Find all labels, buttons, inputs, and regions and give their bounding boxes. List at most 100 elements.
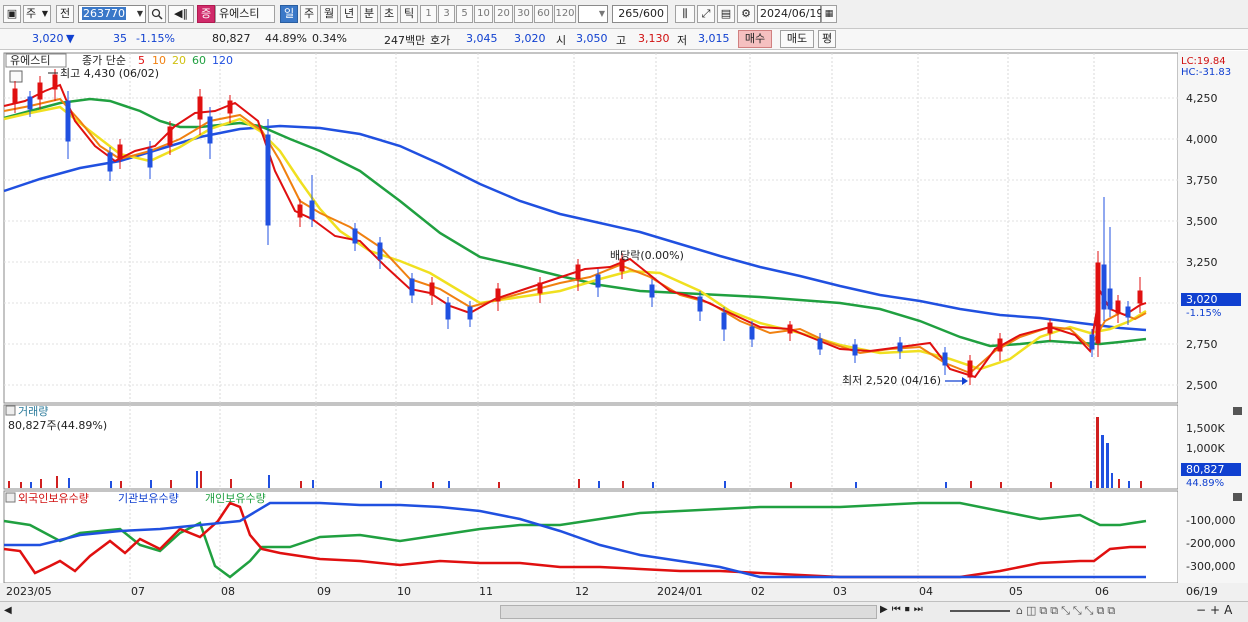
stock-name: 유에스티 bbox=[215, 5, 275, 23]
x-label-08: 08 bbox=[221, 585, 235, 598]
tab-second[interactable]: 초 bbox=[380, 5, 398, 23]
interval-60[interactable]: 60 bbox=[534, 5, 553, 23]
scroll-left-icon[interactable]: ◀ bbox=[4, 605, 12, 616]
high-annotation: 최고 4,430 (06/02) bbox=[60, 67, 159, 80]
x-label-02: 02 bbox=[751, 585, 765, 598]
x-label-09: 09 bbox=[317, 585, 331, 598]
margin-badge: 증 bbox=[197, 5, 215, 23]
x-label-04: 04 bbox=[919, 585, 933, 598]
save-icon[interactable]: ▤ bbox=[717, 5, 735, 23]
horizontal-scrollbar[interactable]: ◀ ▶⏮⏹⏭ ⌂◫⧉⧉⤡⤡⤡⧉⧉ −+A bbox=[0, 601, 1248, 622]
playback-controls[interactable]: ▶⏮⏹⏭ bbox=[880, 604, 927, 615]
volume-current-tag: 80,827 bbox=[1186, 463, 1225, 476]
ask-price: 3,045 bbox=[466, 32, 498, 45]
tab-month[interactable]: 월 bbox=[320, 5, 338, 23]
low-annotation: 최저 2,520 (04/16) bbox=[842, 374, 941, 387]
date-field[interactable]: 2024/06/19 bbox=[757, 5, 823, 23]
current-price: 3,020 bbox=[32, 32, 64, 45]
price-change: 35 bbox=[113, 32, 127, 45]
chart-area: 유에스티 종가 단순 5 10 20 60 120 최고 4,430 (06/0… bbox=[0, 51, 1248, 601]
holdings-tick-100k: -100,000 bbox=[1186, 514, 1235, 527]
chart-menu-icon[interactable]: ▣ bbox=[3, 5, 21, 23]
tab-tick[interactable]: 틱 bbox=[400, 5, 418, 23]
hc-label: HC:-31.83 bbox=[1181, 67, 1231, 78]
x-label-07: 07 bbox=[131, 585, 145, 598]
toolbar: ▣ 주 ▼ 전 263770 ▼ ◀‖ 증 유에스티 일 주 월 년 분 초 틱 1… bbox=[0, 0, 1248, 29]
bid-price: 3,020 bbox=[514, 32, 546, 45]
period-select[interactable]: 주 ▼ bbox=[23, 5, 51, 23]
ma-period-5: 5 bbox=[138, 54, 145, 67]
sell-button[interactable]: 매도 bbox=[780, 30, 814, 48]
trade-value: 247백만 bbox=[384, 34, 426, 47]
y-tick-3500: 3,500 bbox=[1186, 215, 1218, 228]
drawing-tools-icon[interactable]: ⌂◫⧉⧉⤡⤡⤡⧉⧉ bbox=[1016, 604, 1118, 618]
interval-1[interactable]: 1 bbox=[420, 5, 437, 23]
ticker-mode-button[interactable]: 전 bbox=[56, 5, 74, 23]
evaluate-button[interactable]: 평 bbox=[818, 30, 836, 48]
x-label-03: 03 bbox=[833, 585, 847, 598]
search-icon[interactable] bbox=[148, 5, 166, 23]
ma-period-120: 120 bbox=[212, 54, 233, 67]
x-end-label: 06/19 bbox=[1186, 585, 1218, 598]
x-label-06: 06 bbox=[1095, 585, 1109, 598]
speaker-icon[interactable]: ◀‖ bbox=[168, 5, 194, 23]
custom-interval-input[interactable]: ▼ bbox=[578, 5, 608, 23]
candle-type-icon[interactable]: ⫼ bbox=[675, 5, 695, 23]
x-label-10: 10 bbox=[397, 585, 411, 598]
ma-period-10: 10 bbox=[152, 54, 166, 67]
holdings-tick-300k: -300,000 bbox=[1186, 560, 1235, 573]
interval-20[interactable]: 20 bbox=[494, 5, 513, 23]
quote-bar: 3,020 ▼ 35 -1.15% 80,827 44.89% 0.34% 24… bbox=[0, 29, 1248, 50]
y-tick-4000: 4,000 bbox=[1186, 133, 1218, 146]
gear-icon[interactable]: ⚙ bbox=[737, 5, 755, 23]
x-label-2023-05: 2023/05 bbox=[6, 585, 52, 598]
ma-label: 종가 단순 bbox=[82, 54, 126, 67]
tab-minute[interactable]: 분 bbox=[360, 5, 378, 23]
x-label-12: 12 bbox=[575, 585, 589, 598]
turnover-pct: 0.34% bbox=[312, 32, 347, 45]
dividend-annotation: 배당락(0.00%) bbox=[610, 249, 684, 262]
stock-code-input[interactable]: 263770 ▼ bbox=[78, 5, 146, 23]
volume-panel-toggle[interactable] bbox=[5, 405, 16, 416]
interval-120[interactable]: 120 bbox=[554, 5, 576, 23]
calendar-icon[interactable]: ▦ bbox=[821, 5, 837, 23]
current-pct-tag: -1.15% bbox=[1186, 308, 1221, 319]
down-arrow-icon: ▼ bbox=[66, 32, 75, 45]
volume-value-label: 80,827주(44.89%) bbox=[8, 419, 107, 432]
volume-ratio: 44.89% bbox=[265, 32, 307, 45]
y-tick-2750: 2,750 bbox=[1186, 338, 1218, 351]
open-label: 시 bbox=[556, 34, 567, 47]
x-label-2024-01: 2024/01 bbox=[657, 585, 703, 598]
volume-tick-1000k: 1,000K bbox=[1186, 442, 1225, 455]
low-label: 저 bbox=[677, 34, 688, 47]
tab-day[interactable]: 일 bbox=[280, 5, 298, 23]
volume-title: 거래량 bbox=[18, 405, 48, 418]
price-change-pct: -1.15% bbox=[136, 32, 175, 45]
interval-3[interactable]: 3 bbox=[438, 5, 455, 23]
data-count-field[interactable]: 265/600 bbox=[612, 5, 668, 23]
buy-button[interactable]: 매수 bbox=[738, 30, 772, 48]
tab-week[interactable]: 주 bbox=[300, 5, 318, 23]
high-price: 3,130 bbox=[638, 32, 670, 45]
x-label-05: 05 bbox=[1009, 585, 1023, 598]
legend-foreign: 외국인보유수량 bbox=[18, 492, 89, 505]
interval-5[interactable]: 5 bbox=[456, 5, 473, 23]
open-price: 3,050 bbox=[576, 32, 608, 45]
draw-tool-icon[interactable]: ⤢ bbox=[697, 5, 715, 23]
volume-panel-close-icon[interactable] bbox=[1233, 407, 1242, 415]
interval-10[interactable]: 10 bbox=[474, 5, 493, 23]
legend-institution: 기관보유수량 bbox=[118, 492, 179, 505]
scroll-thumb[interactable] bbox=[500, 605, 877, 619]
zoom-controls[interactable]: −+A bbox=[1196, 603, 1236, 617]
chart-toggle-icon[interactable] bbox=[9, 70, 23, 83]
low-price: 3,015 bbox=[698, 32, 730, 45]
holdings-panel-close-icon[interactable] bbox=[1233, 493, 1242, 501]
holdings-panel-toggle[interactable] bbox=[5, 492, 16, 503]
holdings-tick-200k: -200,000 bbox=[1186, 537, 1235, 550]
zoom-slider[interactable] bbox=[950, 610, 1010, 612]
ma-period-60: 60 bbox=[192, 54, 206, 67]
interval-30[interactable]: 30 bbox=[514, 5, 533, 23]
tab-year[interactable]: 년 bbox=[340, 5, 358, 23]
price-stock-label: 유에스티 bbox=[10, 54, 50, 67]
legend-individual: 개인보유수량 bbox=[205, 492, 266, 505]
